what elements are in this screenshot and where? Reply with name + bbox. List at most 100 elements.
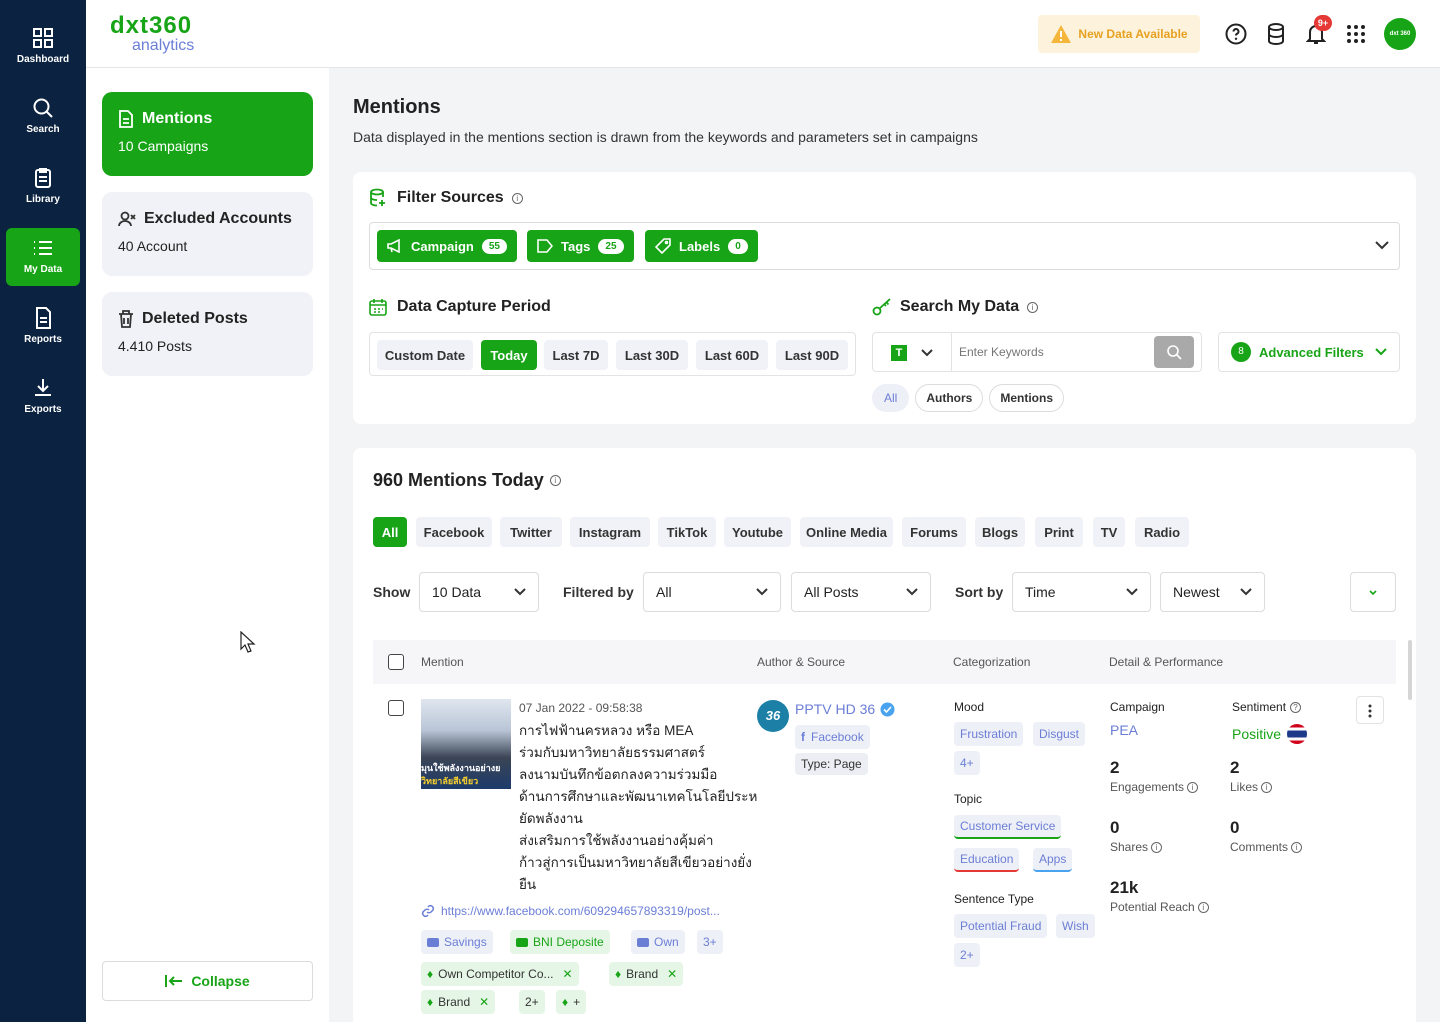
- tab-all[interactable]: All: [373, 517, 407, 547]
- topic-apps[interactable]: Apps: [1033, 848, 1073, 872]
- tag-more[interactable]: 2+: [519, 990, 545, 1014]
- tag-brand-2[interactable]: ♦ Brand ✕: [421, 990, 496, 1014]
- info-icon[interactable]: i: [1151, 841, 1163, 853]
- logo[interactable]: dxt360 analytics: [110, 14, 194, 54]
- advanced-filters-button[interactable]: 8 Advanced Filters: [1218, 332, 1400, 372]
- tab-online-media[interactable]: Online Media: [800, 517, 893, 547]
- tab-blogs[interactable]: Blogs: [975, 517, 1025, 547]
- tab-radio[interactable]: Radio: [1135, 517, 1189, 547]
- tab-facebook[interactable]: Facebook: [416, 517, 492, 547]
- select-all-checkbox[interactable]: [388, 654, 404, 670]
- sentence-wish[interactable]: Wish: [1056, 914, 1095, 938]
- period-today[interactable]: Today: [481, 340, 537, 370]
- info-icon[interactable]: i: [1187, 781, 1199, 793]
- period-last-60d[interactable]: Last 60D: [696, 340, 768, 370]
- post-text[interactable]: การไฟฟ้านครหลวง หรือ MEA ร่วมกับมหาวิทยา…: [519, 720, 757, 896]
- close-icon[interactable]: ✕: [667, 967, 677, 981]
- nav-reports[interactable]: Reports: [6, 298, 80, 356]
- tab-forums[interactable]: Forums: [902, 517, 966, 547]
- posts-select[interactable]: All Posts: [791, 572, 931, 612]
- tag-brand[interactable]: ♦ Brand ✕: [609, 962, 684, 986]
- nav-exports[interactable]: Exports: [6, 368, 80, 426]
- labels-label: Labels: [679, 238, 721, 254]
- filter-select[interactable]: All: [643, 572, 781, 612]
- source-facebook[interactable]: f Facebook: [795, 725, 870, 749]
- label-bni-deposite[interactable]: BNI Deposite: [510, 930, 610, 954]
- tab-print[interactable]: Print: [1035, 517, 1083, 547]
- filter-sources-box[interactable]: Campaign 55 Tags 25 Labels 0: [369, 222, 1400, 270]
- campaign-filter-button[interactable]: Campaign 55: [377, 230, 517, 262]
- deleted-posts-card[interactable]: Deleted Posts 4.410 Posts: [102, 292, 313, 376]
- info-icon[interactable]: i: [1027, 301, 1039, 313]
- help-icon[interactable]: [1225, 23, 1247, 45]
- search-button[interactable]: [1154, 336, 1194, 368]
- period-last-7d[interactable]: Last 7D: [544, 340, 608, 370]
- author-avatar[interactable]: 36: [757, 700, 789, 732]
- scope-all[interactable]: All: [872, 384, 910, 412]
- sentence-more[interactable]: 2+: [954, 943, 980, 967]
- help-icon[interactable]: ?: [1290, 701, 1302, 713]
- add-tag-button[interactable]: ♦ +: [556, 990, 587, 1014]
- new-data-button[interactable]: New Data Available: [1038, 15, 1200, 53]
- expand-button[interactable]: [1350, 572, 1396, 612]
- nav-search[interactable]: Search: [6, 88, 80, 146]
- mood-more[interactable]: 4+: [954, 751, 980, 775]
- row-menu-button[interactable]: [1356, 696, 1384, 724]
- topic-education[interactable]: Education: [954, 848, 1020, 872]
- post-thumbnail[interactable]: มุนใช้พลังงานอย่างย วิทยาลัยสีเขียว: [421, 699, 511, 789]
- label-own[interactable]: Own: [631, 930, 685, 954]
- info-icon[interactable]: i: [1291, 841, 1303, 853]
- mood-disgust[interactable]: Disgust: [1033, 722, 1086, 746]
- tab-youtube[interactable]: Youtube: [724, 517, 791, 547]
- excluded-accounts-card[interactable]: Excluded Accounts 40 Account: [102, 192, 313, 276]
- post-line: ร่วมกับมหาวิทยาลัยธรรมศาสตร์: [519, 745, 706, 760]
- campaign-value[interactable]: PEA: [1110, 722, 1138, 738]
- apps-icon[interactable]: [1346, 24, 1366, 44]
- col-author-source: Author & Source: [757, 655, 846, 669]
- tab-tv[interactable]: TV: [1093, 517, 1125, 547]
- info-icon[interactable]: i: [1261, 781, 1273, 793]
- tags-filter-button[interactable]: Tags 25: [527, 230, 634, 262]
- clipboard-icon: [35, 168, 51, 188]
- mentions-card[interactable]: Mentions 10 Campaigns: [102, 92, 313, 176]
- page-subtitle: Data displayed in the mentions section i…: [353, 129, 978, 145]
- period-last-30d[interactable]: Last 30D: [616, 340, 688, 370]
- row-checkbox[interactable]: [388, 700, 404, 716]
- order-select[interactable]: Newest: [1160, 572, 1265, 612]
- tab-twitter[interactable]: Twitter: [500, 517, 562, 547]
- period-custom-date[interactable]: Custom Date: [377, 340, 473, 370]
- tab-instagram[interactable]: Instagram: [570, 517, 650, 547]
- sort-select[interactable]: Time: [1012, 572, 1151, 612]
- period-last-90d[interactable]: Last 90D: [776, 340, 848, 370]
- labels-filter-button[interactable]: Labels 0: [645, 230, 758, 262]
- nav-library[interactable]: Library: [6, 158, 80, 216]
- sentence-potential-fraud[interactable]: Potential Fraud: [954, 914, 1048, 938]
- topic-customer-service[interactable]: Customer Service: [954, 815, 1062, 839]
- scope-mentions[interactable]: Mentions: [989, 384, 1065, 412]
- info-icon[interactable]: i: [549, 475, 561, 486]
- text-type-icon[interactable]: T: [891, 345, 907, 361]
- tag-own-competitor[interactable]: ♦ Own Competitor Co... ✕: [421, 962, 579, 986]
- close-icon[interactable]: ✕: [563, 967, 573, 981]
- nav-dashboard[interactable]: Dashboard: [6, 18, 80, 76]
- keyword-input[interactable]: [959, 341, 1149, 363]
- post-link[interactable]: https://www.facebook.com/609294657893319…: [421, 904, 720, 918]
- chevron-down-icon[interactable]: [1375, 241, 1389, 250]
- info-icon[interactable]: i: [1197, 901, 1209, 913]
- scope-authors[interactable]: Authors: [915, 384, 984, 412]
- author[interactable]: PPTV HD 36: [795, 701, 895, 717]
- database-icon[interactable]: [1266, 23, 1286, 45]
- nav-my-data[interactable]: My Data: [6, 228, 80, 286]
- chevron-down-icon[interactable]: [921, 349, 933, 357]
- close-icon[interactable]: ✕: [479, 995, 489, 1009]
- label-more[interactable]: 3+: [697, 930, 723, 954]
- avatar[interactable]: dxt 360: [1384, 18, 1416, 50]
- tag-icon: [537, 239, 553, 253]
- collapse-button[interactable]: Collapse: [102, 961, 313, 1001]
- tab-tiktok[interactable]: TikTok: [658, 517, 716, 547]
- label-savings[interactable]: Savings: [421, 930, 493, 954]
- info-icon[interactable]: i: [511, 192, 523, 204]
- show-select[interactable]: 10 Data: [419, 572, 539, 612]
- mood-frustration[interactable]: Frustration: [954, 722, 1024, 746]
- scrollbar[interactable]: [1408, 640, 1412, 700]
